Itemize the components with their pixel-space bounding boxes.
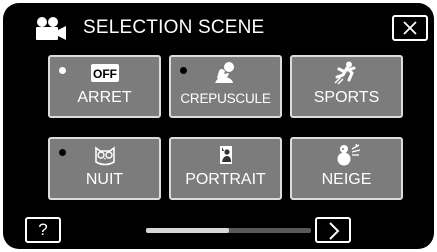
help-button[interactable]: ?: [25, 217, 61, 243]
scene-tile-neige[interactable]: NEIGE: [290, 137, 403, 200]
close-button[interactable]: [392, 15, 428, 41]
scene-label: SPORTS: [313, 89, 380, 106]
next-page-button[interactable]: [315, 217, 351, 243]
scene-label: CREPUSCULE: [180, 91, 271, 106]
scroll-thumb[interactable]: [146, 228, 229, 233]
scene-tile-sports[interactable]: SPORTS: [290, 55, 403, 118]
scene-selection-screen: SELECTION SCENE OFF ARRET CREPUSCULE SPO…: [3, 3, 434, 249]
twilight-icon: [214, 62, 234, 83]
svg-text:OFF: OFF: [93, 67, 117, 81]
chevron-right-icon: [329, 222, 340, 240]
night-owl-icon: [94, 146, 115, 166]
scene-tile-nuit[interactable]: NUIT: [48, 137, 161, 200]
scene-label: NUIT: [85, 171, 124, 188]
close-icon: [403, 21, 417, 35]
page-title: SELECTION SCENE: [83, 17, 265, 38]
portrait-icon: [219, 146, 232, 164]
scene-label: PORTRAIT: [185, 171, 266, 188]
header: SELECTION SCENE: [3, 3, 434, 43]
scene-tile-portrait[interactable]: PORTRAIT: [169, 137, 282, 200]
scene-grid: OFF ARRET CREPUSCULE SPORTS NUIT PORTRAI…: [48, 55, 403, 200]
scene-tile-arret[interactable]: OFF ARRET: [48, 55, 161, 118]
off-icon: OFF: [90, 64, 119, 82]
scene-label: ARRET: [77, 89, 132, 106]
video-camera-icon: [36, 17, 66, 40]
sports-icon: [334, 61, 355, 85]
scene-tile-crepuscule[interactable]: CREPUSCULE: [169, 55, 282, 118]
snow-icon: [337, 143, 360, 166]
scrollbar[interactable]: [146, 228, 311, 233]
scene-label: NEIGE: [321, 171, 372, 188]
